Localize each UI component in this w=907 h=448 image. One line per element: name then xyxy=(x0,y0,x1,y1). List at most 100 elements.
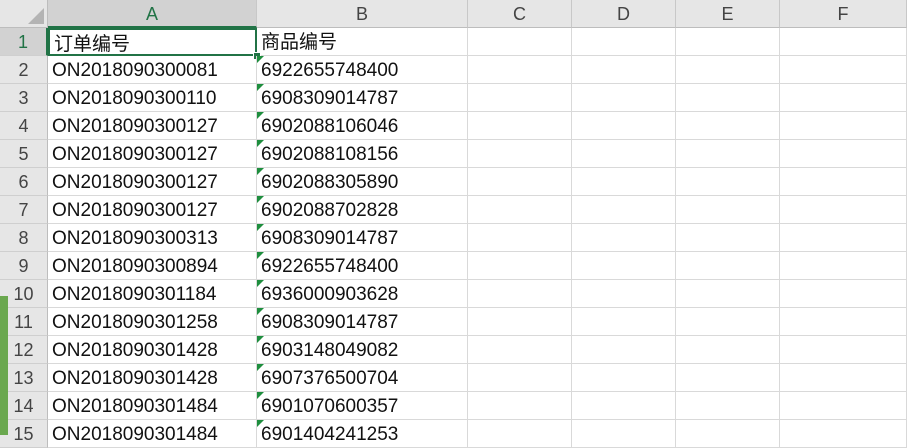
cell-a14[interactable]: ON2018090301484 xyxy=(48,392,257,420)
cell-e12[interactable] xyxy=(676,336,780,364)
cell-f1[interactable] xyxy=(780,28,907,56)
cell-b6[interactable]: 6902088305890 xyxy=(257,168,468,196)
cell-e15[interactable] xyxy=(676,420,780,448)
cell-f15[interactable] xyxy=(780,420,907,448)
cell-b5[interactable]: 6902088108156 xyxy=(257,140,468,168)
cell-d15[interactable] xyxy=(572,420,676,448)
cell-a8[interactable]: ON2018090300313 xyxy=(48,224,257,252)
cell-e9[interactable] xyxy=(676,252,780,280)
cell-f10[interactable] xyxy=(780,280,907,308)
cell-d7[interactable] xyxy=(572,196,676,224)
cell-d4[interactable] xyxy=(572,112,676,140)
cell-d14[interactable] xyxy=(572,392,676,420)
cell-b7[interactable]: 6902088702828 xyxy=(257,196,468,224)
cell-c15[interactable] xyxy=(468,420,572,448)
cell-f6[interactable] xyxy=(780,168,907,196)
cell-d13[interactable] xyxy=(572,364,676,392)
cell-e1[interactable] xyxy=(676,28,780,56)
cell-a7[interactable]: ON2018090300127 xyxy=(48,196,257,224)
row-header-3[interactable]: 3 xyxy=(0,84,48,112)
cell-c12[interactable] xyxy=(468,336,572,364)
cell-a4[interactable]: ON2018090300127 xyxy=(48,112,257,140)
cell-d3[interactable] xyxy=(572,84,676,112)
cell-e11[interactable] xyxy=(676,308,780,336)
cell-b13[interactable]: 6907376500704 xyxy=(257,364,468,392)
cell-c9[interactable] xyxy=(468,252,572,280)
row-header-5[interactable]: 5 xyxy=(0,140,48,168)
cell-f14[interactable] xyxy=(780,392,907,420)
cell-d1[interactable] xyxy=(572,28,676,56)
column-header-a[interactable]: A xyxy=(48,0,257,28)
cell-a3[interactable]: ON2018090300110 xyxy=(48,84,257,112)
cell-b4[interactable]: 6902088106046 xyxy=(257,112,468,140)
cell-a15[interactable]: ON2018090301484 xyxy=(48,420,257,448)
cell-d6[interactable] xyxy=(572,168,676,196)
cell-f8[interactable] xyxy=(780,224,907,252)
cell-a12[interactable]: ON2018090301428 xyxy=(48,336,257,364)
cell-b15[interactable]: 6901404241253 xyxy=(257,420,468,448)
cell-b2[interactable]: 6922655748400 xyxy=(257,56,468,84)
cell-c10[interactable] xyxy=(468,280,572,308)
cell-a9[interactable]: ON2018090300894 xyxy=(48,252,257,280)
cell-f12[interactable] xyxy=(780,336,907,364)
cell-b3[interactable]: 6908309014787 xyxy=(257,84,468,112)
cell-b14[interactable]: 6901070600357 xyxy=(257,392,468,420)
column-header-d[interactable]: D xyxy=(572,0,676,28)
cell-b8[interactable]: 6908309014787 xyxy=(257,224,468,252)
row-header-9[interactable]: 9 xyxy=(0,252,48,280)
cell-f2[interactable] xyxy=(780,56,907,84)
cell-c1[interactable] xyxy=(468,28,572,56)
cell-a1[interactable]: 订单编号 xyxy=(48,28,257,56)
side-panel-handle[interactable] xyxy=(0,296,8,435)
cell-f13[interactable] xyxy=(780,364,907,392)
select-all-corner[interactable] xyxy=(0,0,48,28)
column-header-f[interactable]: F xyxy=(780,0,907,28)
cell-e8[interactable] xyxy=(676,224,780,252)
cell-d11[interactable] xyxy=(572,308,676,336)
row-header-1[interactable]: 1 xyxy=(0,28,48,56)
cell-a6[interactable]: ON2018090300127 xyxy=(48,168,257,196)
cell-f11[interactable] xyxy=(780,308,907,336)
cell-e14[interactable] xyxy=(676,392,780,420)
cell-e10[interactable] xyxy=(676,280,780,308)
row-header-7[interactable]: 7 xyxy=(0,196,48,224)
cell-f3[interactable] xyxy=(780,84,907,112)
cell-c4[interactable] xyxy=(468,112,572,140)
cell-e13[interactable] xyxy=(676,364,780,392)
cell-b10[interactable]: 6936000903628 xyxy=(257,280,468,308)
cell-c6[interactable] xyxy=(468,168,572,196)
cell-e7[interactable] xyxy=(676,196,780,224)
cell-e3[interactable] xyxy=(676,84,780,112)
column-header-e[interactable]: E xyxy=(676,0,780,28)
cell-b12[interactable]: 6903148049082 xyxy=(257,336,468,364)
cell-e2[interactable] xyxy=(676,56,780,84)
row-header-4[interactable]: 4 xyxy=(0,112,48,140)
cell-f4[interactable] xyxy=(780,112,907,140)
cell-d12[interactable] xyxy=(572,336,676,364)
cell-f7[interactable] xyxy=(780,196,907,224)
cell-c14[interactable] xyxy=(468,392,572,420)
cell-b9[interactable]: 6922655748400 xyxy=(257,252,468,280)
cell-c5[interactable] xyxy=(468,140,572,168)
cell-b1[interactable]: 商品编号 xyxy=(257,28,468,56)
spreadsheet-grid[interactable]: A B C D E F 1 订单编号 商品编号 2 ON2018090300081 692265574… xyxy=(0,0,907,448)
cell-b11[interactable]: 6908309014787 xyxy=(257,308,468,336)
cell-c2[interactable] xyxy=(468,56,572,84)
cell-c13[interactable] xyxy=(468,364,572,392)
row-header-6[interactable]: 6 xyxy=(0,168,48,196)
cell-d2[interactable] xyxy=(572,56,676,84)
cell-a11[interactable]: ON2018090301258 xyxy=(48,308,257,336)
column-header-c[interactable]: C xyxy=(468,0,572,28)
cell-a2[interactable]: ON2018090300081 xyxy=(48,56,257,84)
cell-d8[interactable] xyxy=(572,224,676,252)
cell-d10[interactable] xyxy=(572,280,676,308)
cell-c11[interactable] xyxy=(468,308,572,336)
cell-a13[interactable]: ON2018090301428 xyxy=(48,364,257,392)
cell-c7[interactable] xyxy=(468,196,572,224)
cell-f5[interactable] xyxy=(780,140,907,168)
cell-e4[interactable] xyxy=(676,112,780,140)
cell-c3[interactable] xyxy=(468,84,572,112)
row-header-8[interactable]: 8 xyxy=(0,224,48,252)
cell-c8[interactable] xyxy=(468,224,572,252)
cell-d9[interactable] xyxy=(572,252,676,280)
